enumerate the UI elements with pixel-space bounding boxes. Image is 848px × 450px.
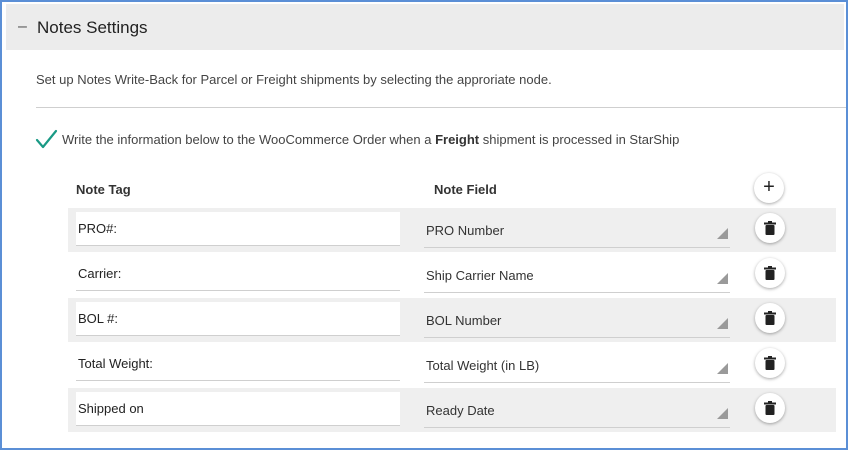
- table-row: BOL #: BOL Number: [68, 298, 836, 342]
- note-tag-input[interactable]: Shipped on: [76, 392, 400, 426]
- table-row: PRO#: PRO Number: [68, 208, 836, 252]
- trash-icon: [764, 221, 776, 235]
- note-field-value: Ready Date: [426, 403, 495, 418]
- dropdown-arrow-icon: [717, 228, 728, 239]
- note-tag-input[interactable]: PRO#:: [76, 212, 400, 246]
- note-field-select[interactable]: Ready Date: [424, 394, 730, 428]
- dropdown-arrow-icon: [717, 318, 728, 329]
- checkbox-label-bold: Freight: [435, 131, 480, 147]
- table-row: Carrier: Ship Carrier Name: [68, 253, 836, 297]
- notes-settings-window: – Notes Settings Set up Notes Write-Back…: [0, 0, 848, 450]
- checkbox-label: Write the information below to the WooCo…: [62, 132, 679, 147]
- delete-row-button[interactable]: [755, 393, 785, 423]
- collapse-toggle[interactable]: –: [18, 18, 27, 36]
- column-header-note-tag: Note Tag: [76, 182, 131, 197]
- trash-icon: [764, 356, 776, 370]
- note-field-select[interactable]: Ship Carrier Name: [424, 259, 730, 293]
- note-field-value: Total Weight (in LB): [426, 358, 540, 373]
- note-tag-input[interactable]: Total Weight:: [76, 347, 400, 381]
- plus-icon: +: [763, 176, 775, 198]
- trash-icon: [764, 311, 776, 325]
- panel-title: Notes Settings: [37, 18, 148, 37]
- divider: [36, 107, 846, 108]
- column-header-note-field: Note Field: [434, 182, 497, 197]
- description-text: Set up Notes Write-Back for Parcel or Fr…: [36, 72, 552, 87]
- note-field-select[interactable]: PRO Number: [424, 214, 730, 248]
- dropdown-arrow-icon: [717, 363, 728, 374]
- dropdown-arrow-icon: [717, 273, 728, 284]
- freight-writeback-checkbox-row[interactable]: Write the information below to the WooCo…: [34, 128, 679, 150]
- delete-row-button[interactable]: [755, 303, 785, 333]
- note-field-select[interactable]: BOL Number: [424, 304, 730, 338]
- add-row-button[interactable]: +: [754, 173, 784, 203]
- checkmark-icon[interactable]: [34, 128, 58, 150]
- note-tag-input[interactable]: BOL #:: [76, 302, 400, 336]
- checkbox-label-prefix: Write the information below to the WooCo…: [62, 131, 436, 147]
- note-field-select[interactable]: Total Weight (in LB): [424, 349, 730, 383]
- delete-row-button[interactable]: [755, 348, 785, 378]
- note-field-value: Ship Carrier Name: [426, 268, 534, 283]
- note-tag-input[interactable]: Carrier:: [76, 257, 400, 291]
- table-row: Total Weight: Total Weight (in LB): [68, 343, 836, 387]
- table-row: Shipped on Ready Date: [68, 388, 836, 432]
- trash-icon: [764, 266, 776, 280]
- checkbox-label-suffix: shipment is processed in StarShip: [479, 131, 680, 147]
- trash-icon: [764, 401, 776, 415]
- delete-row-button[interactable]: [755, 258, 785, 288]
- note-field-value: PRO Number: [426, 223, 505, 238]
- panel-header[interactable]: – Notes Settings: [6, 4, 844, 50]
- dropdown-arrow-icon: [717, 408, 728, 419]
- note-field-value: BOL Number: [426, 313, 502, 328]
- delete-row-button[interactable]: [755, 213, 785, 243]
